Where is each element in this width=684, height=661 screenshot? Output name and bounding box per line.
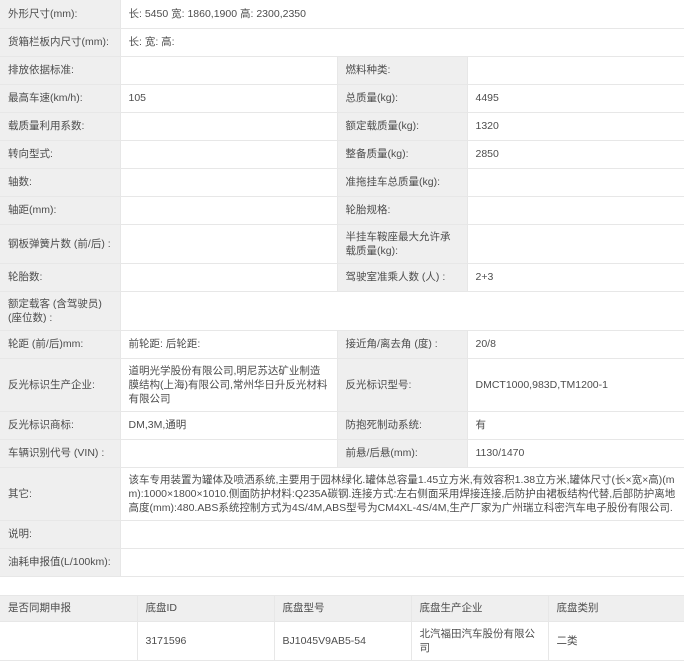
spec-label-fuel-type: 燃料种类: <box>337 56 467 84</box>
table-row: 轮距 (前/后)mm: 前轮距: 后轮距: 接近角/离去角 (度) : 20/8 <box>0 330 684 358</box>
table-row: 3171596 BJ1045V9AB5-54 北汽福田汽车股份有限公司 二类 <box>0 621 684 660</box>
spec-label-approach-departure-angle: 接近角/离去角 (度) : <box>337 330 467 358</box>
chassis-value-chassis-manufacturer: 北汽福田汽车股份有限公司 <box>411 621 548 660</box>
spec-label-fuel-consumption: 油耗申报值(L/100km): <box>0 548 120 576</box>
spec-value-saddle-load <box>467 224 684 263</box>
spec-value-track-width: 前轮距: 后轮距: <box>120 330 337 358</box>
chassis-header-chassis-category: 底盘类别 <box>548 595 684 621</box>
spec-label-abs-system: 防抱死制动系统: <box>337 411 467 439</box>
spec-value-remarks <box>120 520 684 548</box>
chassis-value-chassis-id: 3171596 <box>137 621 274 660</box>
spec-value-exterior-dimensions: 长: 5450 宽: 1860,1900 高: 2300,2350 <box>120 0 684 28</box>
spec-value-vin <box>120 439 337 467</box>
spec-label-wheelbase: 轴距(mm): <box>0 196 120 224</box>
spec-label-total-mass: 总质量(kg): <box>337 84 467 112</box>
spec-value-axle-count <box>120 168 337 196</box>
vehicle-spec-table: 外形尺寸(mm): 长: 5450 宽: 1860,1900 高: 2300,2… <box>0 0 684 577</box>
spec-value-reflector-manufacturer: 道明光学股份有限公司,明尼苏达矿业制造膜结构(上海)有限公司,常州华日升反光材料… <box>120 358 337 411</box>
spec-label-exterior-dimensions: 外形尺寸(mm): <box>0 0 120 28</box>
spec-label-vin: 车辆识别代号 (VIN) : <box>0 439 120 467</box>
spec-label-trailer-mass: 准拖挂车总质量(kg): <box>337 168 467 196</box>
table-row: 货箱栏板内尺寸(mm): 长: 宽: 高: <box>0 28 684 56</box>
spec-label-emission-standard: 排放依据标准: <box>0 56 120 84</box>
spec-value-total-mass: 4495 <box>467 84 684 112</box>
spec-value-curb-weight: 2850 <box>467 140 684 168</box>
table-row: 额定载客 (含驾驶员) (座位数) : <box>0 291 684 330</box>
spec-value-leaf-springs <box>120 224 337 263</box>
spec-value-approach-departure-angle: 20/8 <box>467 330 684 358</box>
spec-label-remarks: 说明: <box>0 520 120 548</box>
spec-value-overhang: 1130/1470 <box>467 439 684 467</box>
table-row: 外形尺寸(mm): 长: 5450 宽: 1860,1900 高: 2300,2… <box>0 0 684 28</box>
spec-label-overhang: 前悬/后悬(mm): <box>337 439 467 467</box>
spec-label-rated-seats: 额定载客 (含驾驶员) (座位数) : <box>0 291 120 330</box>
spec-label-cab-passengers: 驾驶室准乘人数 (人) : <box>337 263 467 291</box>
spec-value-reflector-model: DMCT1000,983D,TM1200-1 <box>467 358 684 411</box>
spec-label-rated-load: 额定载质量(kg): <box>337 112 467 140</box>
chassis-header-chassis-model: 底盘型号 <box>274 595 411 621</box>
spec-value-rated-load: 1320 <box>467 112 684 140</box>
table-row: 转向型式: 整备质量(kg): 2850 <box>0 140 684 168</box>
spec-label-leaf-springs: 钢板弹簧片数 (前/后) : <box>0 224 120 263</box>
spec-label-cargo-box-dimensions: 货箱栏板内尺寸(mm): <box>0 28 120 56</box>
spec-label-axle-count: 轴数: <box>0 168 120 196</box>
spec-value-cab-passengers: 2+3 <box>467 263 684 291</box>
spec-label-tire-count: 轮胎数: <box>0 263 120 291</box>
spec-label-reflector-model: 反光标识型号: <box>337 358 467 411</box>
spec-value-steering-type <box>120 140 337 168</box>
table-row: 排放依据标准: 燃料种类: <box>0 56 684 84</box>
spec-label-steering-type: 转向型式: <box>0 140 120 168</box>
spec-value-max-speed: 105 <box>120 84 337 112</box>
spec-value-wheelbase <box>120 196 337 224</box>
chassis-header-chassis-id: 底盘ID <box>137 595 274 621</box>
table-row: 载质量利用系数: 额定载质量(kg): 1320 <box>0 112 684 140</box>
spec-value-rated-seats <box>120 291 684 330</box>
table-row: 钢板弹簧片数 (前/后) : 半挂车鞍座最大允许承载质量(kg): <box>0 224 684 263</box>
table-row: 油耗申报值(L/100km): <box>0 548 684 576</box>
spec-label-reflector-manufacturer: 反光标识生产企业: <box>0 358 120 411</box>
spec-value-abs-system: 有 <box>467 411 684 439</box>
spec-value-fuel-consumption <box>120 548 684 576</box>
table-row: 反光标识生产企业: 道明光学股份有限公司,明尼苏达矿业制造膜结构(上海)有限公司… <box>0 358 684 411</box>
spec-value-tire-spec <box>467 196 684 224</box>
spec-label-load-utilization: 载质量利用系数: <box>0 112 120 140</box>
spec-value-reflector-brand: DM,3M,通明 <box>120 411 337 439</box>
spec-value-load-utilization <box>120 112 337 140</box>
chassis-header-declared-together: 是否同期申报 <box>0 595 137 621</box>
spec-value-emission-standard <box>120 56 337 84</box>
table-row: 最高车速(km/h): 105 总质量(kg): 4495 <box>0 84 684 112</box>
spec-label-track-width: 轮距 (前/后)mm: <box>0 330 120 358</box>
spec-value-cargo-box-dimensions: 长: 宽: 高: <box>120 28 684 56</box>
spec-value-tire-count <box>120 263 337 291</box>
spec-label-other: 其它: <box>0 467 120 520</box>
table-row: 轴距(mm): 轮胎规格: <box>0 196 684 224</box>
chassis-header-chassis-manufacturer: 底盘生产企业 <box>411 595 548 621</box>
chassis-header-row: 是否同期申报 底盘ID 底盘型号 底盘生产企业 底盘类别 <box>0 595 684 621</box>
table-row: 轮胎数: 驾驶室准乘人数 (人) : 2+3 <box>0 263 684 291</box>
table-row: 说明: <box>0 520 684 548</box>
chassis-value-chassis-model: BJ1045V9AB5-54 <box>274 621 411 660</box>
spec-label-max-speed: 最高车速(km/h): <box>0 84 120 112</box>
spec-label-reflector-brand: 反光标识商标: <box>0 411 120 439</box>
table-row: 轴数: 准拖挂车总质量(kg): <box>0 168 684 196</box>
spec-label-tire-spec: 轮胎规格: <box>337 196 467 224</box>
chassis-value-chassis-category: 二类 <box>548 621 684 660</box>
chassis-table: 是否同期申报 底盘ID 底盘型号 底盘生产企业 底盘类别 3171596 BJ1… <box>0 595 684 661</box>
table-row: 车辆识别代号 (VIN) : 前悬/后悬(mm): 1130/1470 <box>0 439 684 467</box>
spec-value-other: 该车专用装置为罐体及喷洒系统,主要用于园林绿化.罐体总容量1.45立方米,有效容… <box>120 467 684 520</box>
table-row: 其它: 该车专用装置为罐体及喷洒系统,主要用于园林绿化.罐体总容量1.45立方米… <box>0 467 684 520</box>
spec-label-curb-weight: 整备质量(kg): <box>337 140 467 168</box>
spec-value-fuel-type <box>467 56 684 84</box>
chassis-value-declared-together <box>0 621 137 660</box>
spec-value-trailer-mass <box>467 168 684 196</box>
spec-label-saddle-load: 半挂车鞍座最大允许承载质量(kg): <box>337 224 467 263</box>
table-row: 反光标识商标: DM,3M,通明 防抱死制动系统: 有 <box>0 411 684 439</box>
